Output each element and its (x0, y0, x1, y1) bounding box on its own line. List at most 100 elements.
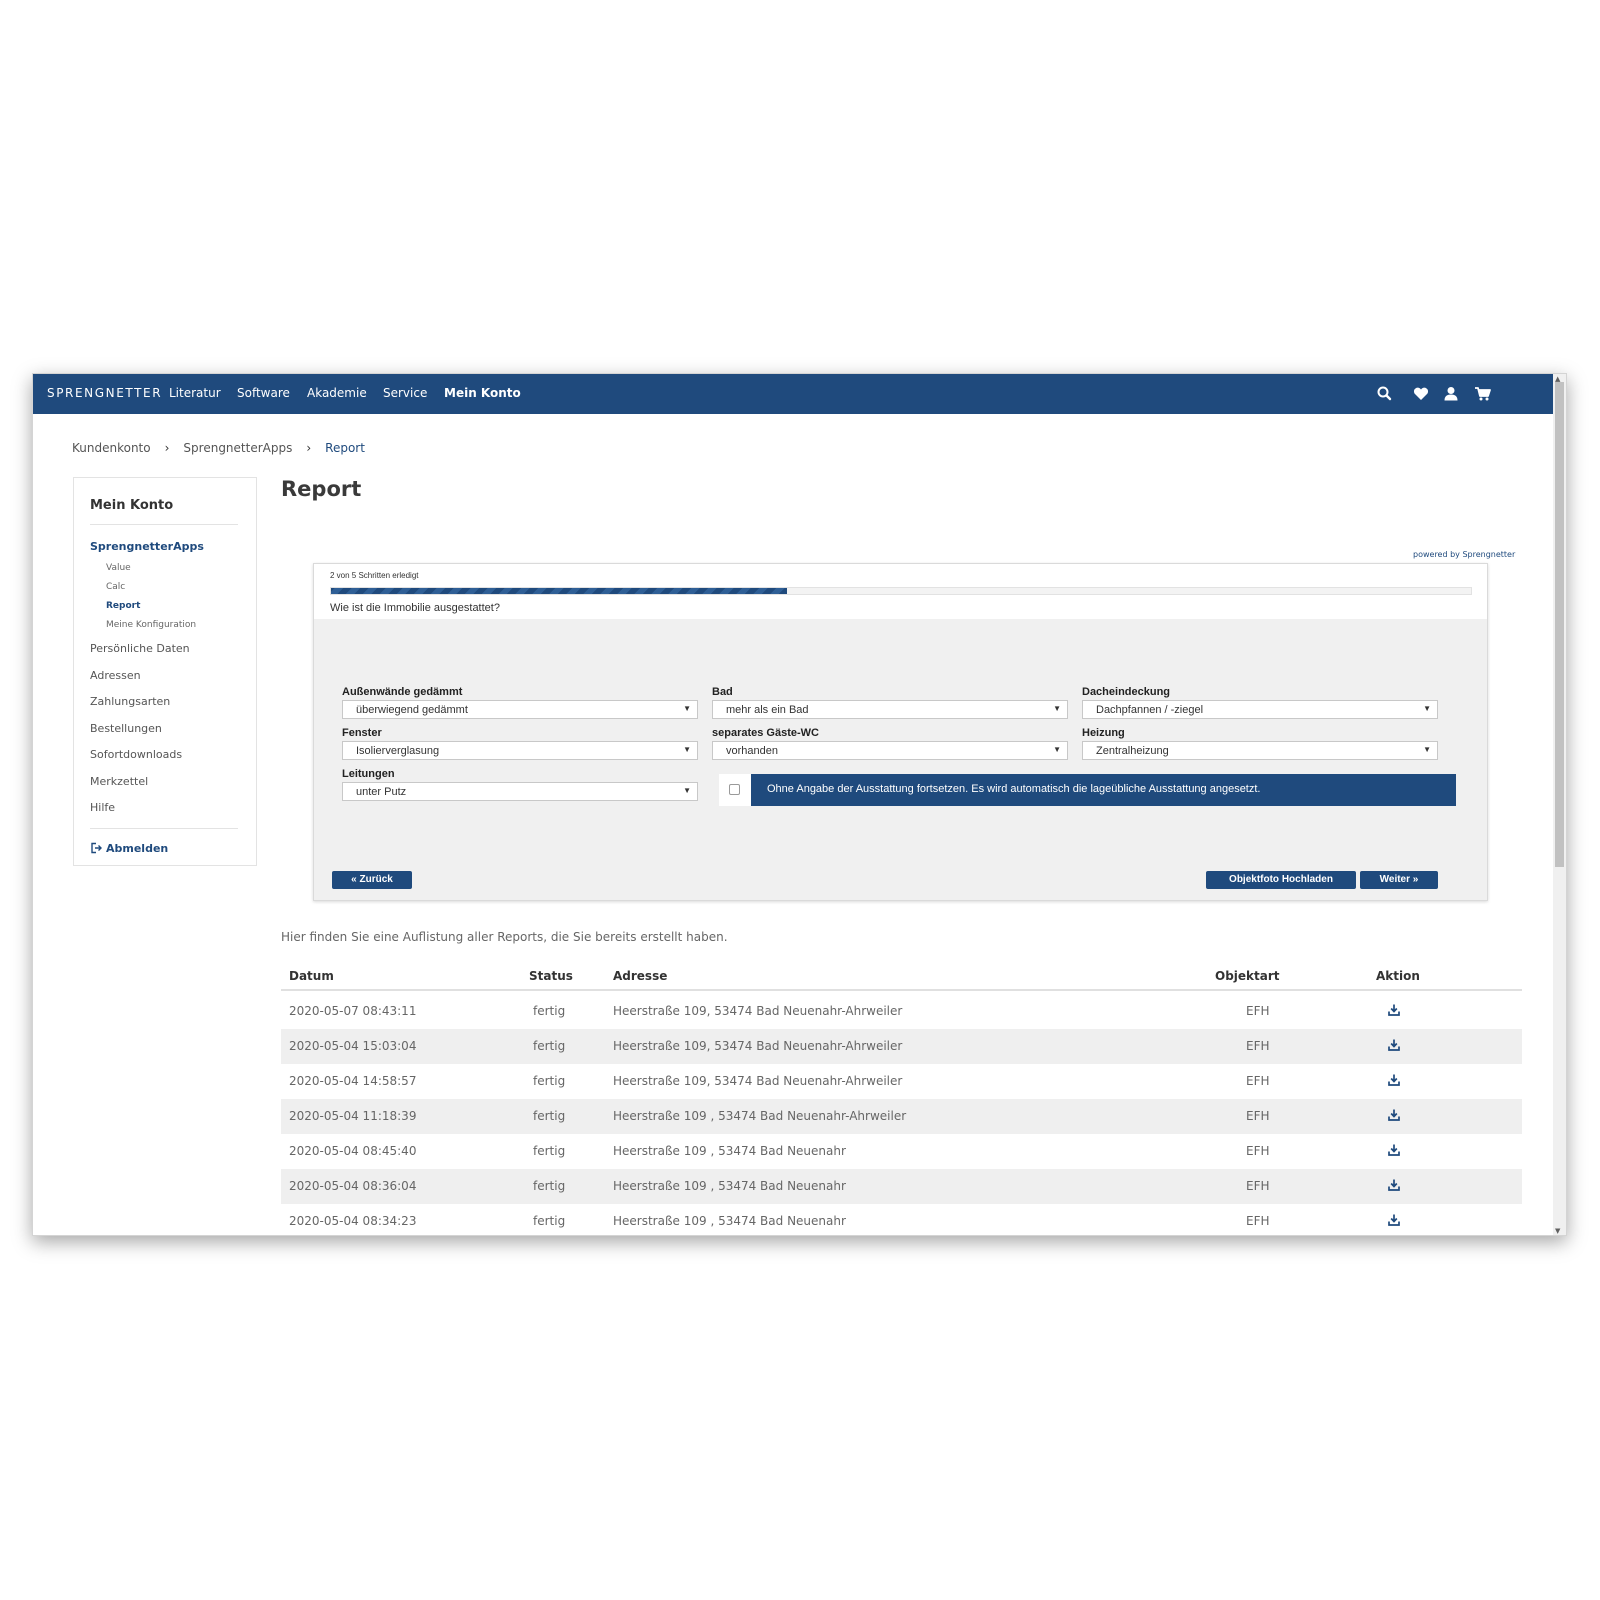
cart-icon[interactable] (1473, 384, 1493, 404)
sidebar-item-sprengnetterapps[interactable]: SprengnetterApps (90, 540, 204, 553)
table-row: 2020-05-07 08:43:11 fertig Heerstraße 109,… (281, 994, 1522, 1029)
table-row: 2020-05-04 15:03:04 fertig Heerstraße 109,… (281, 1029, 1522, 1064)
sidebar-item-persoenliche-daten[interactable]: Persönliche Daten (90, 642, 190, 655)
header-datum: Datum (289, 969, 334, 983)
label-gaeste-wc: separates Gäste-WC (712, 727, 819, 739)
select-dacheindeckung[interactable]: Dachpfannen / -ziegel ▼ (1082, 700, 1438, 719)
select-fenster[interactable]: Isolierverglasung ▼ (342, 741, 698, 760)
nav-software[interactable]: Software (237, 386, 290, 400)
cell-datum: 2020-05-04 08:34:23 (289, 1214, 417, 1228)
header-adresse: Adresse (613, 969, 668, 983)
cell-objektart: EFH (1246, 1004, 1270, 1018)
sidebar-item-bestellungen[interactable]: Bestellungen (90, 722, 162, 735)
breadcrumb-report: Report (325, 441, 365, 455)
progress-bar-fill (331, 588, 787, 594)
select-value: Zentralheizung (1096, 745, 1169, 757)
nav-akademie[interactable]: Akademie (307, 386, 367, 400)
browser-window: SPRENGNETTER Literatur Software Akademie… (32, 373, 1567, 1236)
skip-equipment-checkbox-wrapper (719, 774, 751, 806)
label-dacheindeckung: Dacheindeckung (1082, 686, 1171, 698)
nav-mein-konto[interactable]: Mein Konto (444, 386, 521, 400)
dropdown-arrow-icon: ▼ (683, 786, 691, 795)
logout-link[interactable]: Abmelden (90, 842, 168, 855)
cell-adresse: Heerstraße 109 , 53474 Bad Neuenahr-Ahrw… (613, 1109, 907, 1123)
skip-equipment-notice: Ohne Angabe der Ausstattung fortsetzen. … (751, 774, 1456, 806)
sidebar-item-merkzettel[interactable]: Merkzettel (90, 775, 148, 788)
breadcrumb-kundenkonto[interactable]: Kundenkonto (72, 441, 151, 455)
select-heizung[interactable]: Zentralheizung ▼ (1082, 741, 1438, 760)
select-aussenwaende[interactable]: überwiegend gedämmt ▼ (342, 700, 698, 719)
header-status: Status (529, 969, 573, 983)
cell-objektart: EFH (1246, 1074, 1270, 1088)
cell-adresse: Heerstraße 109 , 53474 Bad Neuenahr (613, 1144, 846, 1158)
sidebar-subitem-meine-konfiguration[interactable]: Meine Konfiguration (106, 620, 196, 630)
sidebar-subitem-value[interactable]: Value (106, 563, 131, 573)
select-bad[interactable]: mehr als ein Bad ▼ (712, 700, 1068, 719)
header-aktion: Aktion (1376, 969, 1420, 983)
download-icon[interactable] (1387, 1213, 1401, 1227)
sidebar-subitem-calc[interactable]: Calc (106, 582, 125, 592)
vertical-scrollbar[interactable]: ▲ ▼ (1553, 374, 1566, 1235)
account-sidebar: Mein Konto SprengnetterApps Value Calc R… (73, 477, 257, 866)
nav-literatur[interactable]: Literatur (169, 386, 221, 400)
cell-status: fertig (533, 1074, 566, 1088)
select-value: überwiegend gedämmt (356, 704, 468, 716)
table-row: 2020-05-04 11:18:39 fertig Heerstraße 109 … (281, 1099, 1522, 1134)
breadcrumb-sprengnetterapps[interactable]: SprengnetterApps (183, 441, 292, 455)
upload-photo-button[interactable]: Objektfoto Hochladen (1206, 871, 1356, 889)
select-value: Dachpfannen / -ziegel (1096, 704, 1204, 716)
sidebar-item-sofortdownloads[interactable]: Sofortdownloads (90, 748, 182, 761)
dropdown-arrow-icon: ▼ (683, 745, 691, 754)
scroll-down-arrow[interactable]: ▼ (1555, 1227, 1560, 1235)
dropdown-arrow-icon: ▼ (1423, 745, 1431, 754)
header-objektart: Objektart (1215, 969, 1280, 983)
select-value: unter Putz (356, 786, 407, 798)
cell-adresse: Heerstraße 109, 53474 Bad Neuenahr-Ahrwe… (613, 1039, 903, 1053)
table-header: Datum Status Adresse Objektart Aktion (281, 963, 1522, 991)
cell-objektart: EFH (1246, 1039, 1270, 1053)
label-fenster: Fenster (342, 727, 382, 739)
cell-status: fertig (533, 1179, 566, 1193)
table-row: 2020-05-04 14:58:57 fertig Heerstraße 109,… (281, 1064, 1522, 1099)
download-icon[interactable] (1387, 1003, 1401, 1017)
table-row: 2020-05-04 08:36:04 fertig Heerstraße 109 … (281, 1169, 1522, 1204)
sidebar-divider (90, 524, 238, 525)
dropdown-arrow-icon: ▼ (1423, 704, 1431, 713)
search-icon[interactable] (1375, 384, 1395, 404)
cell-adresse: Heerstraße 109, 53474 Bad Neuenahr-Ahrwe… (613, 1074, 903, 1088)
breadcrumb-separator-icon: › (306, 441, 312, 455)
cell-objektart: EFH (1246, 1144, 1270, 1158)
label-bad: Bad (712, 686, 733, 698)
cell-datum: 2020-05-07 08:43:11 (289, 1004, 417, 1018)
select-value: mehr als ein Bad (726, 704, 809, 716)
back-button[interactable]: « Zurück (332, 871, 412, 889)
cell-objektart: EFH (1246, 1179, 1270, 1193)
download-icon[interactable] (1387, 1108, 1401, 1122)
powered-by-link[interactable]: powered by Sprengnetter (1413, 550, 1515, 559)
top-navigation: SPRENGNETTER Literatur Software Akademie… (33, 374, 1566, 414)
scroll-thumb[interactable] (1555, 382, 1564, 867)
sprengnetter-logo[interactable]: SPRENGNETTER (47, 386, 162, 400)
download-icon[interactable] (1387, 1038, 1401, 1052)
select-gaeste-wc[interactable]: vorhanden ▼ (712, 741, 1068, 760)
skip-equipment-checkbox[interactable] (729, 784, 740, 795)
sidebar-subitem-report[interactable]: Report (106, 601, 140, 611)
sidebar-item-hilfe[interactable]: Hilfe (90, 801, 115, 814)
user-icon[interactable] (1441, 384, 1461, 404)
sidebar-divider (90, 828, 238, 829)
cell-datum: 2020-05-04 14:58:57 (289, 1074, 417, 1088)
next-button[interactable]: Weiter » (1360, 871, 1438, 889)
sidebar-item-adressen[interactable]: Adressen (90, 669, 141, 682)
dropdown-arrow-icon: ▼ (1053, 745, 1061, 754)
cell-objektart: EFH (1246, 1109, 1270, 1123)
breadcrumb: Kundenkonto › SprengnetterApps › Report (72, 441, 365, 455)
heart-icon[interactable] (1411, 384, 1431, 404)
download-icon[interactable] (1387, 1178, 1401, 1192)
cell-datum: 2020-05-04 08:45:40 (289, 1144, 417, 1158)
download-icon[interactable] (1387, 1143, 1401, 1157)
download-icon[interactable] (1387, 1073, 1401, 1087)
sidebar-item-zahlungsarten[interactable]: Zahlungsarten (90, 695, 170, 708)
nav-service[interactable]: Service (383, 386, 427, 400)
select-leitungen[interactable]: unter Putz ▼ (342, 782, 698, 801)
report-wizard: 2 von 5 Schritten erledigt Wie ist die I… (313, 563, 1488, 901)
